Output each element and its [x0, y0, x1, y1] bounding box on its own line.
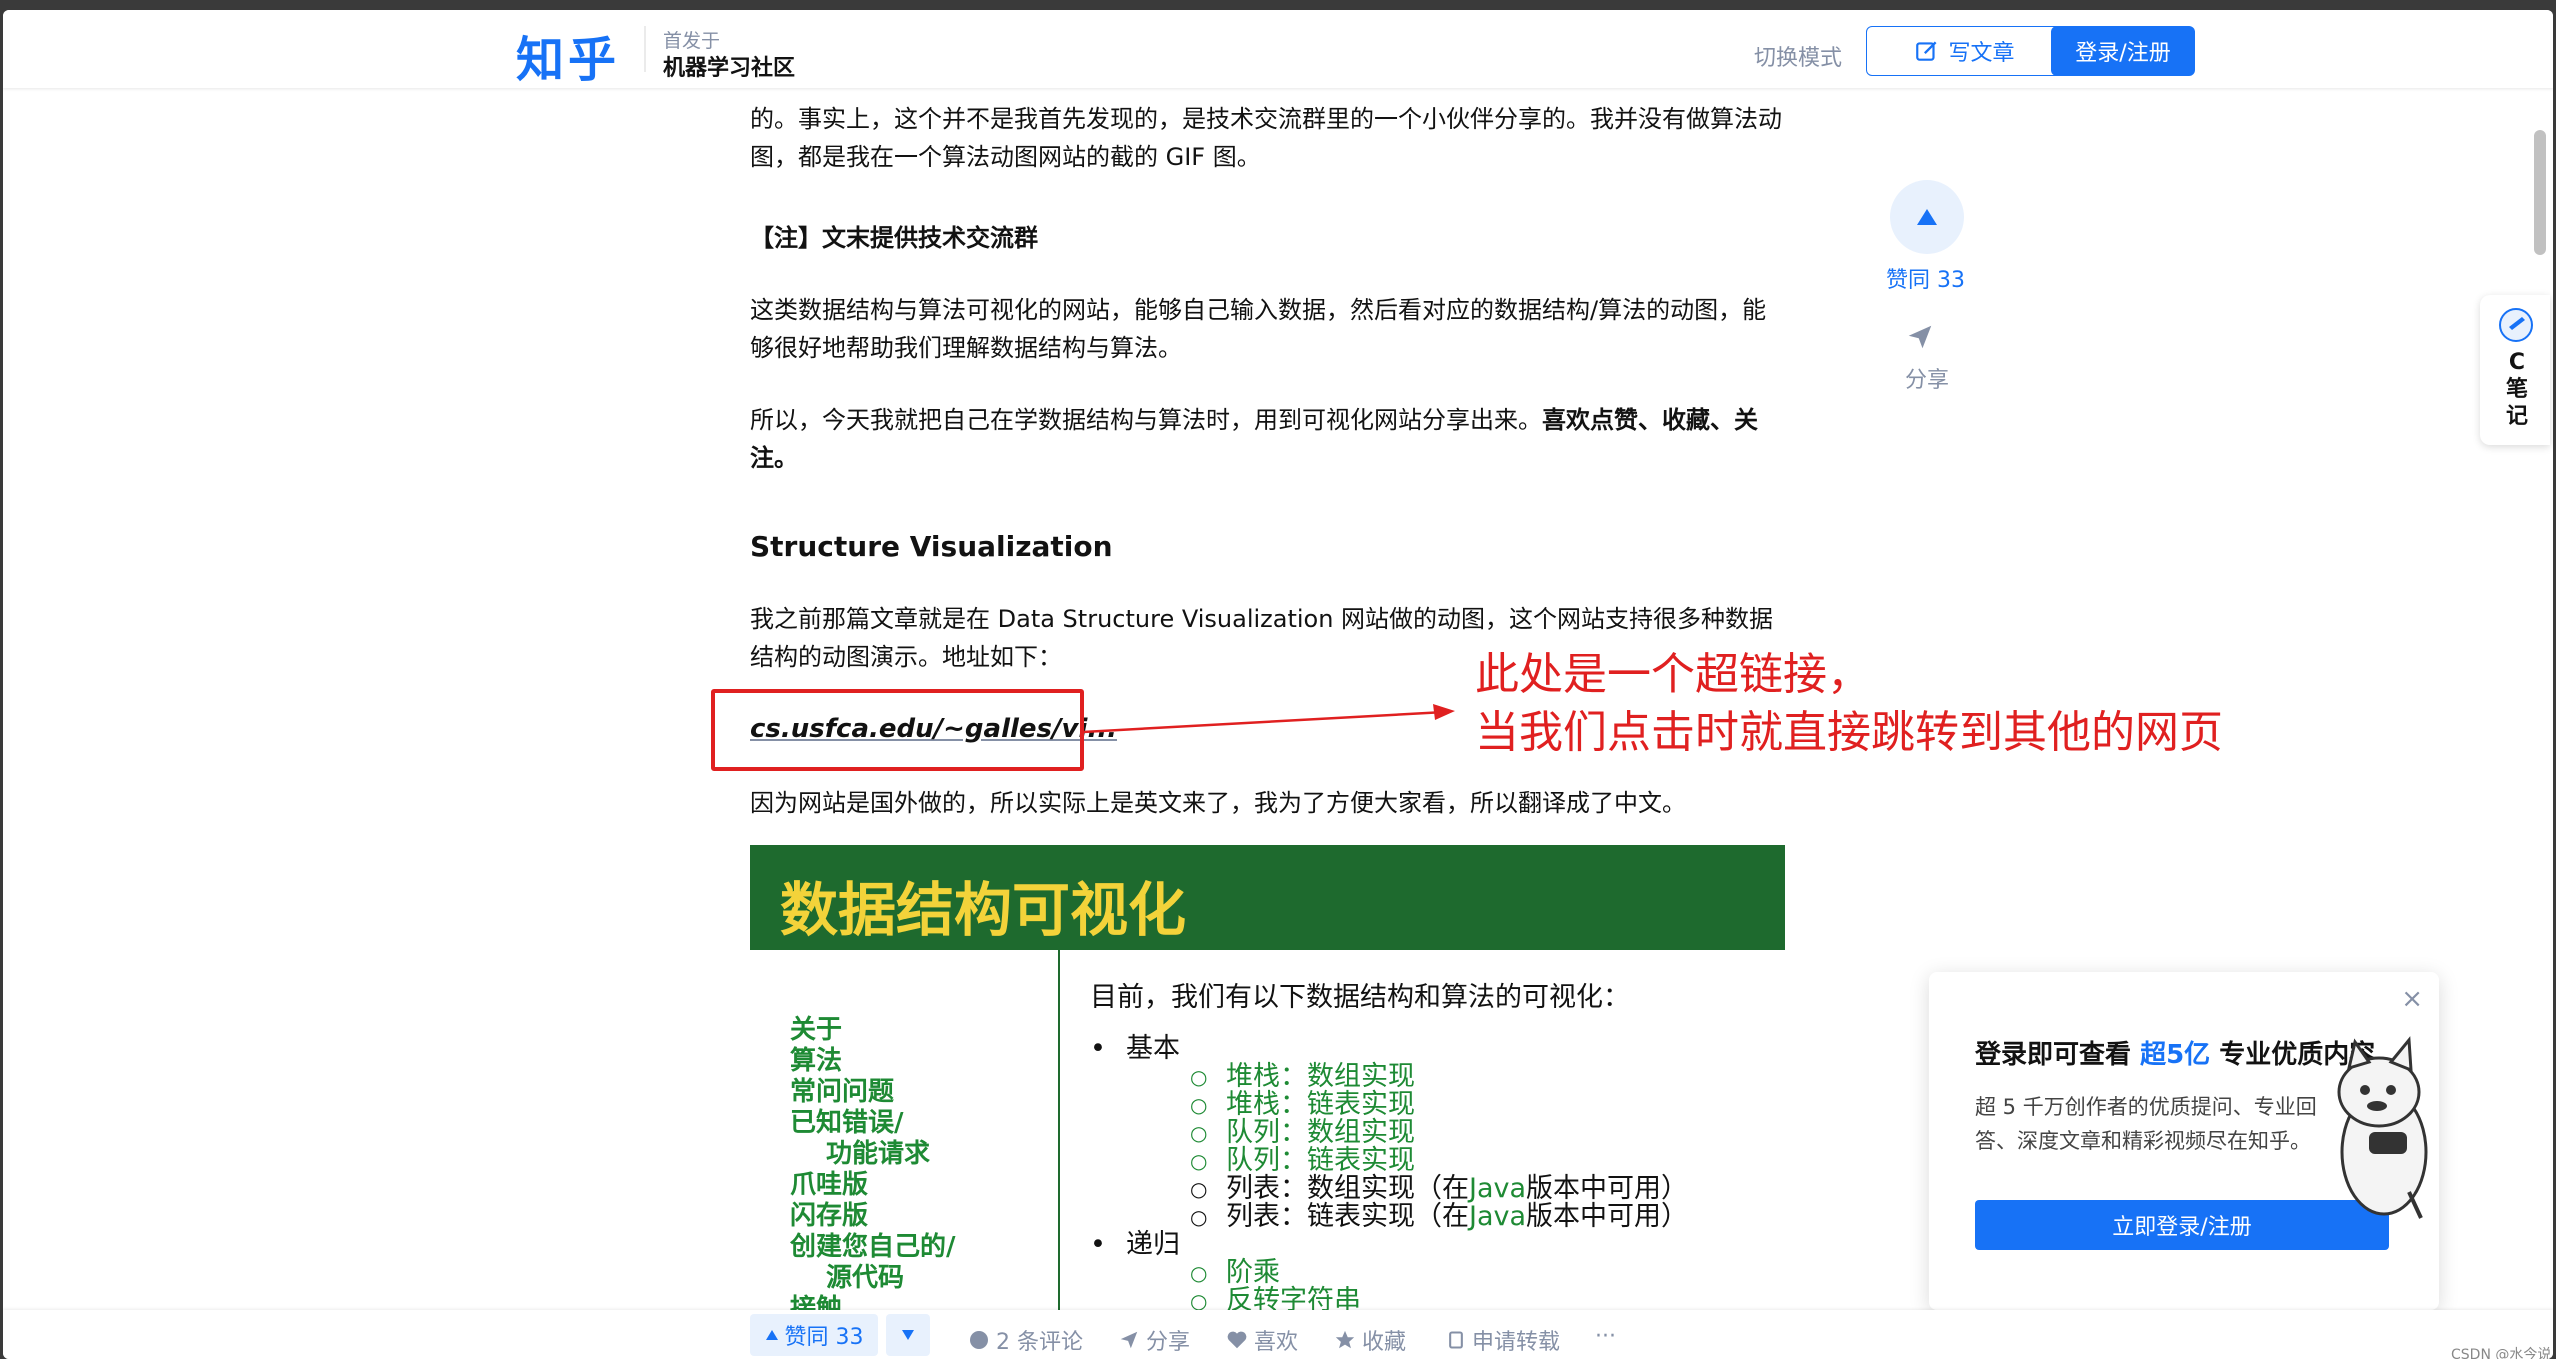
section-title: Structure Visualization	[750, 530, 1113, 563]
upvote-button[interactable]: 赞同 33	[750, 1314, 878, 1356]
upvote-label: 赞同 33	[784, 1325, 864, 1350]
article-paragraph-intro: 这类数据结构与算法可视化的网站，能够自己输入数据，然后看对应的数据结构/算法的动…	[750, 296, 1767, 362]
login-register-button[interactable]: 登录/注册	[2051, 26, 2195, 76]
embed-sidebar-item: 常问问题	[790, 1077, 895, 1107]
embed-item: 反转字符串	[1090, 1287, 1688, 1311]
popup-login-button[interactable]: 立即登录/注册	[1975, 1200, 2389, 1250]
popup-description: 超 5 千万创作者的优质提问、专业回答、深度文章和精彩视频尽在知乎。	[1975, 1095, 2317, 1153]
embedded-screenshot: 数据结构可视化 关于 算法 常问问题 已知错误/ 功能请求 爪哇版 闪存版 创建…	[750, 845, 1785, 1310]
publication-name[interactable]: 机器学习社区	[663, 50, 795, 82]
paper-plane-icon[interactable]	[1905, 322, 1935, 352]
article-note: 【注】文末提供技术交流群	[750, 224, 1038, 252]
share-button[interactable]: 分享	[1118, 1324, 1190, 1356]
embed-item-text: 列表：链表实现（在	[1226, 1201, 1469, 1232]
embed-sidebar-item: 功能请求	[826, 1139, 931, 1169]
note-side-tab[interactable]: C 笔记	[2480, 295, 2550, 445]
repost-button[interactable]: 申请转载	[1446, 1324, 1560, 1356]
note-tab-letter: C	[2508, 350, 2526, 375]
annotation-text: 此处是一个超链接， 当我们点击时就直接跳转到其他的网页	[1475, 646, 2223, 762]
csdn-watermark: CSDN @水今说	[2451, 1347, 2552, 1359]
triangle-down-icon	[902, 1330, 914, 1340]
repost-label: 申请转载	[1472, 1330, 1561, 1355]
embed-item-java: Java	[1469, 1201, 1527, 1232]
edit-icon	[1916, 41, 1937, 61]
collect-label: 收藏	[1362, 1330, 1407, 1355]
triangle-up-icon	[765, 1330, 778, 1340]
downvote-button[interactable]	[886, 1314, 930, 1356]
embed-sidebar: 关于 算法 常问问题 已知错误/ 功能请求 爪哇版 闪存版 创建您自己的/ 源代…	[790, 1015, 956, 1310]
browser-window: 知乎 首发于 机器学习社区 切换模式 写文章 登录/注册 的。事实上，这个并不是…	[3, 10, 2553, 1359]
side-upvote-count: 赞同 33	[1886, 268, 1965, 293]
note-app-icon	[2499, 308, 2533, 342]
page-scrollbar[interactable]	[2534, 130, 2546, 255]
top-header: 知乎 首发于 机器学习社区 切换模式 写文章 登录/注册	[3, 10, 2553, 88]
article-paragraph-translation: 因为网站是国外做的，所以实际上是英文来了，我为了方便大家看，所以翻译成了中文。	[750, 789, 1686, 817]
embed-item: 阶乘	[1090, 1259, 1688, 1288]
comment-icon	[970, 1331, 988, 1349]
embed-item: 队列：链表实现	[1090, 1147, 1688, 1176]
heart-icon	[1227, 1331, 1247, 1349]
note-tab-text: C 笔记	[2502, 349, 2532, 430]
share-text: 所以，今天我就把自己在学数据结构与算法时，用到可视化网站分享出来。	[750, 406, 1542, 434]
article-paragraph-top: 的。事实上，这个并不是我首先发现的，是技术交流群里的一个小伙伴分享的。我并没有做…	[750, 105, 1782, 171]
bottom-action-bar: 赞同 33 2 条评论 分享 喜欢 收藏 申请转载 ···	[3, 1310, 2553, 1359]
zhihu-logo[interactable]: 知乎	[516, 20, 620, 90]
embed-item-java: Java	[1469, 1173, 1527, 1204]
embed-category: 基本	[1090, 1035, 1688, 1064]
header-divider	[644, 26, 646, 72]
embed-sidebar-item: 已知错误/	[790, 1108, 904, 1138]
embed-item: 列表：数组实现（在Java版本中可用）	[1090, 1173, 1689, 1204]
embed-item-text: 版本中可用）	[1526, 1173, 1689, 1204]
embed-sidebar-item: 关于	[790, 1015, 843, 1045]
popup-title: 登录即可查看 超5亿 专业优质内容	[1975, 1034, 2375, 1071]
embed-item-text: 版本中可用）	[1526, 1201, 1689, 1232]
like-label: 喜欢	[1254, 1330, 1299, 1355]
embed-category: 递归	[1090, 1231, 1688, 1260]
like-button[interactable]: 喜欢	[1226, 1324, 1298, 1356]
embed-sidebar-item: 创建您自己的/	[790, 1232, 956, 1262]
annotation-arrow	[1083, 704, 1455, 734]
collect-button[interactable]: 收藏	[1334, 1324, 1406, 1356]
write-article-label: 写文章	[1948, 41, 2015, 66]
embed-item: 队列：数组实现	[1090, 1119, 1688, 1148]
mode-toggle-button[interactable]: 切换模式	[1754, 40, 1842, 72]
triangle-up-icon	[1917, 209, 1937, 225]
published-in-label: 首发于	[663, 30, 721, 52]
side-upvote-button[interactable]	[1890, 180, 1964, 254]
note-tab-label: 笔记	[2505, 377, 2528, 429]
embed-heading: 目前，我们有以下数据结构和算法的可视化：	[1090, 982, 1630, 1013]
article-paragraph-share: 所以，今天我就把自己在学数据结构与算法时，用到可视化网站分享出来。喜欢点赞、收藏…	[750, 401, 1785, 477]
embed-item: 列表：链表实现（在Java版本中可用）	[1090, 1201, 1689, 1232]
close-icon[interactable]: ×	[2401, 984, 2423, 1014]
more-button[interactable]: ···	[1595, 1324, 1616, 1349]
popup-title-highlight: 超5亿	[2140, 1040, 2211, 1070]
embed-sidebar-item: 爪哇版	[790, 1170, 869, 1200]
side-share-label[interactable]: 分享	[1905, 362, 1949, 394]
popup-title-pre: 登录即可查看	[1975, 1040, 2132, 1070]
login-popup: × 登录即可查看 超5亿 专业优质内容 超 5 千万创作者的优质提问、专业回答、…	[1929, 972, 2439, 1310]
embed-sidebar-item: 接触	[790, 1294, 843, 1310]
embed-list: 基本 堆栈：数组实现 堆栈：链表实现 队列：数组实现 队列：链表实现 列表：数组…	[1090, 1035, 1689, 1311]
embed-item: 堆栈：数组实现	[1090, 1063, 1688, 1092]
star-icon	[1335, 1330, 1355, 1349]
annotation-line-2: 当我们点击时就直接跳转到其他的网页	[1475, 707, 2223, 758]
embed-item-text: 列表：数组实现（在	[1226, 1173, 1469, 1204]
embed-separator	[1058, 950, 1060, 1310]
annotation-line-1: 此处是一个超链接，	[1475, 649, 1871, 700]
embed-title: 数据结构可视化	[780, 876, 1187, 944]
embed-sidebar-item: 源代码	[826, 1263, 905, 1293]
embed-item: 堆栈：链表实现	[1090, 1091, 1688, 1120]
printer-icon	[1449, 1331, 1463, 1349]
paper-plane-icon	[1120, 1331, 1138, 1349]
embed-sidebar-item: 闪存版	[790, 1201, 869, 1231]
share-label: 分享	[1146, 1330, 1191, 1355]
write-article-button[interactable]: 写文章	[1866, 26, 2063, 76]
embed-header: 数据结构可视化	[750, 845, 1785, 950]
mascot-illustration	[2337, 1036, 2428, 1219]
annotation-highlight-box	[711, 689, 1084, 771]
comments-label: 2 条评论	[996, 1330, 1083, 1355]
comments-button[interactable]: 2 条评论	[968, 1324, 1083, 1356]
embed-sidebar-item: 算法	[790, 1046, 843, 1076]
